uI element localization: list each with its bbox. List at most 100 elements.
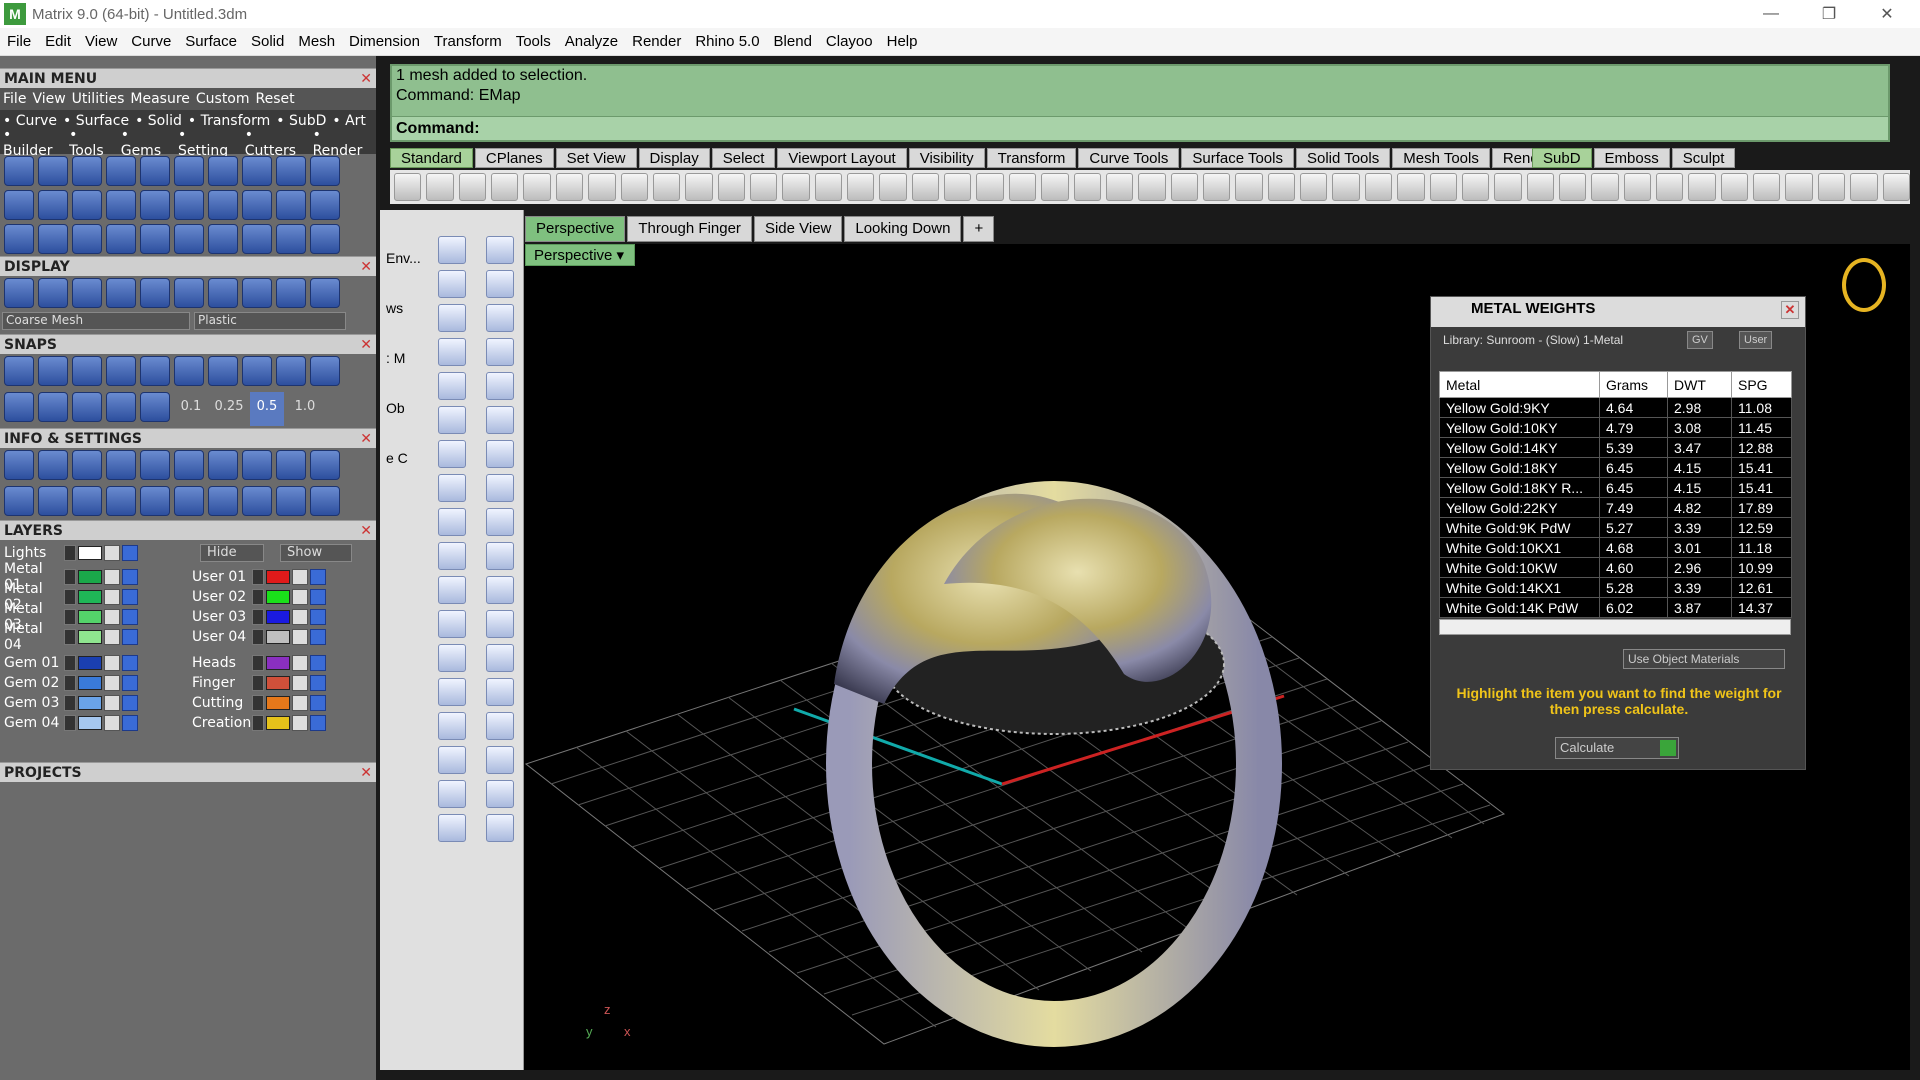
side-tool-icon[interactable] <box>486 236 514 264</box>
tool-icon[interactable] <box>208 356 238 386</box>
grid-icon[interactable] <box>4 392 34 422</box>
layer-color-swatch[interactable] <box>78 696 102 710</box>
tool-icon[interactable] <box>4 278 34 308</box>
hide-button[interactable]: Hide <box>200 544 264 562</box>
menu-item[interactable]: Surface <box>178 33 244 50</box>
main-menu-item[interactable]: Custom <box>193 91 253 107</box>
restore-icon[interactable]: ❐ <box>1800 0 1858 28</box>
lock-icon[interactable] <box>292 589 308 605</box>
layer-color-swatch[interactable] <box>78 656 102 670</box>
tool-icon[interactable] <box>242 450 272 480</box>
layer-row[interactable]: Gem 03 <box>0 694 140 712</box>
table-row[interactable]: White Gold:10KX1 4.68 3.01 11.18 <box>1439 537 1792 558</box>
toolbar-icon[interactable] <box>1235 173 1263 201</box>
visible-icon[interactable] <box>310 609 326 625</box>
side-tool-icon[interactable] <box>486 406 514 434</box>
visible-icon[interactable] <box>310 655 326 671</box>
tool-icon[interactable] <box>4 486 34 516</box>
main-menu-item[interactable]: Measure <box>127 91 193 107</box>
tool-icon[interactable] <box>174 156 204 186</box>
minimize-icon[interactable]: — <box>1742 0 1800 28</box>
gumball-icon[interactable] <box>140 392 170 422</box>
table-row[interactable]: White Gold:14K PdW 6.02 3.87 14.37 <box>1439 597 1792 618</box>
category-item[interactable]: • Setting <box>175 127 242 159</box>
layer-color-swatch[interactable] <box>266 696 290 710</box>
side-tool-icon[interactable] <box>438 610 466 638</box>
tool-icon[interactable] <box>208 278 238 308</box>
visible-icon[interactable] <box>310 695 326 711</box>
tool-icon[interactable] <box>140 356 170 386</box>
column-header[interactable]: Grams <box>1599 371 1668 398</box>
toolbar-icon[interactable] <box>1364 173 1393 201</box>
tool-icon[interactable] <box>38 156 68 186</box>
expand-icon[interactable] <box>252 609 264 625</box>
close-icon[interactable]: ✕ <box>360 335 372 355</box>
side-tool-icon[interactable] <box>486 474 514 502</box>
table-row[interactable]: White Gold:10KW 4.60 2.96 10.99 <box>1439 557 1792 578</box>
expand-icon[interactable] <box>252 675 264 691</box>
tool-icon[interactable] <box>72 190 102 220</box>
lock-icon[interactable] <box>104 569 120 585</box>
layer-row[interactable]: Gem 04 <box>0 714 140 732</box>
tool-icon[interactable] <box>276 486 306 516</box>
table-row[interactable]: Yellow Gold:14KY 5.39 3.47 12.88 <box>1439 437 1792 458</box>
tool-icon[interactable] <box>242 224 272 254</box>
table-row[interactable]: Yellow Gold:22KY 7.49 4.82 17.89 <box>1439 497 1792 518</box>
tool-icon[interactable] <box>4 156 34 186</box>
layer-color-swatch[interactable] <box>266 630 290 644</box>
tool-icon[interactable] <box>310 224 340 254</box>
expand-icon[interactable] <box>64 715 76 731</box>
tool-icon[interactable] <box>38 450 68 480</box>
expand-icon[interactable] <box>64 589 76 605</box>
gv-toggle[interactable]: GV <box>1687 331 1713 349</box>
toolbar-icon[interactable] <box>1008 173 1037 201</box>
side-tool-icon[interactable] <box>438 780 466 808</box>
toolbar-icon[interactable] <box>749 173 778 201</box>
table-row[interactable]: Yellow Gold:9KY 4.64 2.98 11.08 <box>1439 397 1792 418</box>
toolbar-tab[interactable]: Select <box>711 148 776 168</box>
snap-value-3[interactable]: 0.5 <box>250 392 284 426</box>
close-icon[interactable]: ✕ <box>360 69 372 89</box>
layer-color-swatch[interactable] <box>266 656 290 670</box>
lock-icon[interactable] <box>104 589 120 605</box>
layer-row[interactable]: Cutting <box>188 694 328 712</box>
lock-icon[interactable] <box>292 715 308 731</box>
lock-icon[interactable] <box>104 629 120 645</box>
use-object-materials-checkbox[interactable]: Use Object Materials <box>1623 649 1785 669</box>
tool-icon[interactable] <box>310 486 340 516</box>
display-material-select[interactable]: Plastic <box>194 312 346 330</box>
toolbar-icon[interactable] <box>1688 173 1716 201</box>
toolbar-icon[interactable] <box>782 173 810 201</box>
tool-icon[interactable] <box>106 356 136 386</box>
tool-icon[interactable] <box>310 156 340 186</box>
side-tool-icon[interactable] <box>486 508 514 536</box>
column-header[interactable]: SPG <box>1731 371 1792 398</box>
toolbar-tab[interactable]: Transform <box>986 148 1077 168</box>
side-label[interactable]: Env... <box>386 250 422 266</box>
layer-color-swatch[interactable] <box>266 716 290 730</box>
tool-icon[interactable] <box>174 190 204 220</box>
tool-icon[interactable] <box>208 190 238 220</box>
visible-icon[interactable] <box>122 695 138 711</box>
layer-color-swatch[interactable] <box>78 570 102 584</box>
side-tool-icon[interactable] <box>486 542 514 570</box>
category-item[interactable]: • Render <box>310 127 376 159</box>
tool-icon[interactable] <box>276 224 306 254</box>
expand-icon[interactable] <box>252 629 264 645</box>
tool-icon[interactable] <box>310 278 340 308</box>
expand-icon[interactable] <box>252 569 264 585</box>
side-tool-icon[interactable] <box>438 440 466 468</box>
tool-icon[interactable] <box>276 450 306 480</box>
tool-icon[interactable] <box>4 450 34 480</box>
visible-icon[interactable] <box>122 569 138 585</box>
expand-icon[interactable] <box>64 569 76 585</box>
table-row[interactable]: White Gold:14KX1 5.28 3.39 12.61 <box>1439 577 1792 598</box>
side-tool-icon[interactable] <box>438 406 466 434</box>
menu-item[interactable]: Mesh <box>291 33 342 50</box>
planar-icon[interactable] <box>72 392 102 422</box>
tool-icon[interactable] <box>310 190 340 220</box>
toolbar-icon[interactable] <box>426 173 454 201</box>
tool-icon[interactable] <box>72 450 102 480</box>
close-icon[interactable]: ✕ <box>1858 0 1916 28</box>
user-toggle[interactable]: User <box>1739 331 1773 349</box>
